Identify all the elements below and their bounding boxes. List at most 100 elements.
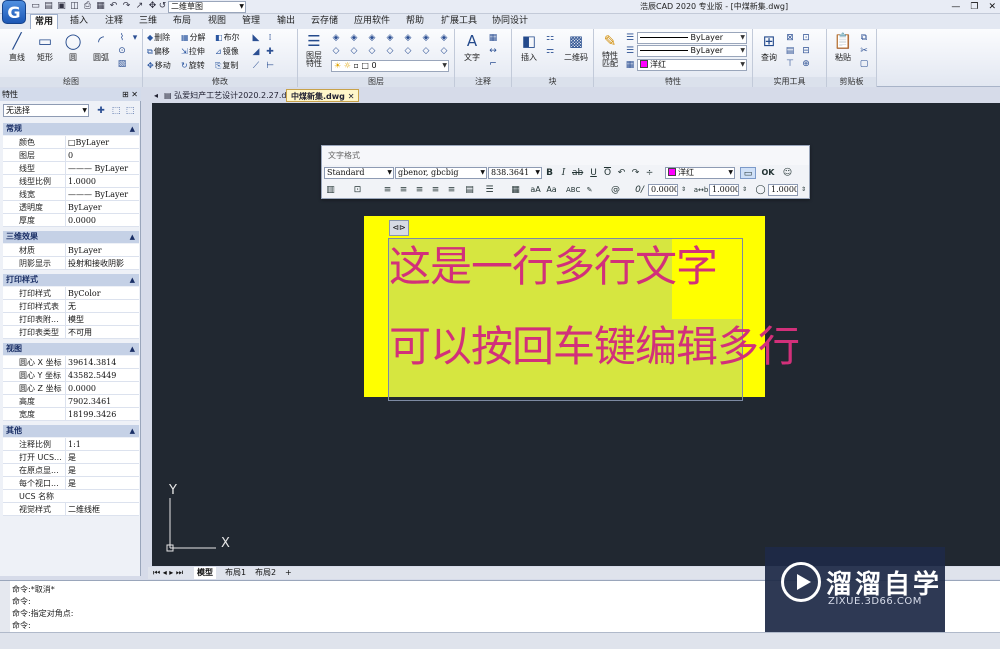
table-icon[interactable]: ▦	[488, 33, 498, 43]
stack-icon[interactable]: ÷	[644, 167, 655, 179]
tab-insert[interactable]: 插入	[66, 14, 92, 29]
layout-nav-icon[interactable]: ⏮ ◂ ▸ ⏭	[150, 567, 186, 579]
property-row[interactable]: 打印样式表无	[3, 300, 139, 313]
tab-apps[interactable]: 应用软件	[350, 14, 394, 29]
oblique-angle-input[interactable]: 0.0000	[648, 184, 678, 196]
property-row[interactable]: UCS 名称	[3, 490, 139, 503]
section-plot-style[interactable]: 打印样式 ▲	[3, 274, 139, 286]
color-select[interactable]: ByLayer ▼	[637, 32, 747, 44]
insert-block-button[interactable]: ◧ 插入	[515, 31, 543, 63]
close-icon[interactable]: ✕	[348, 92, 355, 101]
layer-tool-icon[interactable]: ◇	[349, 46, 359, 56]
justification-icon[interactable]: ⊡	[352, 184, 363, 196]
property-row[interactable]: 打印样式 ByColor	[3, 287, 139, 300]
property-row[interactable]: 圆心 X 坐标 39614.3814	[3, 356, 139, 369]
chamfer-icon[interactable]: ◢	[251, 47, 261, 57]
block-attr-icon[interactable]: ⚎	[545, 46, 555, 56]
numbering-icon[interactable]: ▦	[510, 184, 521, 196]
trim-icon[interactable]: ✚	[265, 47, 275, 57]
minimize-button[interactable]: —	[951, 0, 960, 14]
mtext-line-2[interactable]: 可以按回车键编辑多行	[389, 323, 800, 371]
underline-button[interactable]: U	[588, 167, 599, 179]
circle-button[interactable]: ◯ 圆	[59, 31, 87, 63]
toggle-pickadd-icon[interactable]: ⬚	[124, 105, 136, 117]
save-icon[interactable]: ▣	[56, 1, 67, 12]
property-row[interactable]: 在原点显... 是	[3, 464, 139, 477]
align-left-icon[interactable]: ≡	[382, 184, 393, 196]
select-objects-icon[interactable]: ⬚	[110, 105, 122, 117]
erase-button[interactable]: ◆删除	[147, 32, 170, 44]
property-row[interactable]: 材质 ByLayer	[3, 244, 139, 257]
strikethrough-button[interactable]: ab	[572, 167, 583, 179]
object-color-select[interactable]: 洋红 ▼	[637, 59, 747, 71]
layer-tool-icon[interactable]: ◈	[439, 33, 449, 43]
workspace-select[interactable]: 二维草图 ▼	[168, 1, 246, 13]
point-style-icon[interactable]: ⊤	[785, 59, 795, 69]
explode-button[interactable]: ▦分解	[181, 32, 206, 44]
rotate-button[interactable]: ↻旋转	[181, 60, 205, 72]
font-select[interactable]: gbenor, gbcbig ▼	[395, 167, 487, 179]
layer-tool-icon[interactable]: ◇	[421, 46, 431, 56]
doc-tab[interactable]: ▤ 弘爱妇产工艺设计2020.2.27.dwg	[160, 89, 302, 102]
leader-icon[interactable]: ⌐	[488, 59, 498, 69]
property-row[interactable]: 宽度 18199.3426	[3, 408, 139, 421]
layer-tool-icon[interactable]: ◇	[403, 46, 413, 56]
rectangle-button[interactable]: ▭ 矩形	[31, 31, 59, 63]
plot-icon[interactable]: ▦	[95, 1, 106, 12]
match-icon[interactable]: ↗	[134, 1, 145, 12]
section-misc[interactable]: 其他 ▲	[3, 425, 139, 437]
property-row[interactable]: 打开 UCS... 是	[3, 451, 139, 464]
property-row[interactable]: 打印表附... 模型	[3, 313, 139, 326]
spinner-icon[interactable]: ⇕	[678, 184, 689, 196]
align-center-icon[interactable]: ≡	[398, 184, 409, 196]
section-general[interactable]: 常规 ▲	[3, 123, 139, 135]
property-row[interactable]: 圆心 Y 坐标 43582.5449	[3, 369, 139, 382]
property-row[interactable]: 厚度 0.0000	[3, 214, 139, 227]
distribute-icon[interactable]: ≡	[446, 184, 457, 196]
cut-icon[interactable]: ✂	[859, 46, 869, 56]
id-point-icon[interactable]: ⊕	[801, 59, 811, 69]
tab-model[interactable]: 模型	[194, 567, 216, 579]
tab-layout1[interactable]: 布局1	[222, 567, 249, 579]
ruler-toggle-button[interactable]: ⊲⊳	[389, 220, 409, 236]
tab-add-layout[interactable]: +	[282, 567, 295, 579]
filter-icon[interactable]: ⊡	[801, 33, 811, 43]
property-row[interactable]: 透明度 ByLayer	[3, 201, 139, 214]
stretch-button[interactable]: ⇲拉伸	[181, 46, 205, 58]
layer-tool-icon[interactable]: ◈	[331, 33, 341, 43]
property-row[interactable]: 线型比例 1.0000	[3, 175, 139, 188]
text-style-select[interactable]: Standard ▼	[324, 167, 394, 179]
layer-tool-icon[interactable]: ◈	[385, 33, 395, 43]
doc-tab-active[interactable]: 中煤新集.dwg ✕	[286, 89, 360, 102]
copy-button[interactable]: ⎘复制	[215, 60, 238, 72]
block-edit-icon[interactable]: ⚏	[545, 33, 555, 43]
restore-button[interactable]: ❐	[970, 0, 978, 14]
property-row[interactable]: 高度 7902.3461	[3, 395, 139, 408]
layer-tool-icon[interactable]: ◇	[385, 46, 395, 56]
print-icon[interactable]: ⎙	[82, 1, 93, 12]
tab-home[interactable]: 常用	[30, 14, 59, 29]
overline-button[interactable]: O	[602, 167, 613, 179]
property-row[interactable]: 颜色 □ByLayer	[3, 136, 139, 149]
move-button[interactable]: ✥移动	[147, 60, 171, 72]
lowercase-icon[interactable]: Aa	[546, 184, 557, 196]
tracking-input[interactable]: 1.0000	[709, 184, 739, 196]
layer-tool-icon[interactable]: ◈	[349, 33, 359, 43]
property-row[interactable]: 阴影显示 投射和接收阴影	[3, 257, 139, 270]
fillet-icon[interactable]: ◣	[251, 33, 261, 43]
dimension-icon[interactable]: ↔	[488, 46, 498, 56]
tab-layout2[interactable]: 布局2	[252, 567, 279, 579]
line-button[interactable]: ╱ 直线	[3, 31, 31, 63]
paragraph-icon[interactable]: ▤	[464, 184, 475, 196]
copy-clip-icon[interactable]: ⧉	[859, 33, 869, 43]
linetype-select[interactable]: ByLayer ▼	[637, 45, 747, 57]
section-3d-effects[interactable]: 三维效果 ▲	[3, 231, 139, 243]
symbol-icon[interactable]: @	[610, 184, 621, 196]
layer-tool-icon[interactable]: ◈	[367, 33, 377, 43]
offset-button[interactable]: ⧉偏移	[147, 46, 170, 58]
app-logo[interactable]: G	[2, 0, 26, 24]
paste-button[interactable]: 📋 粘贴	[829, 31, 857, 63]
mirror-button[interactable]: ⊿镜像	[215, 46, 239, 58]
property-row[interactable]: 线型 ——— ByLayer	[3, 162, 139, 175]
scale-icon[interactable]: ⟋	[251, 61, 261, 71]
